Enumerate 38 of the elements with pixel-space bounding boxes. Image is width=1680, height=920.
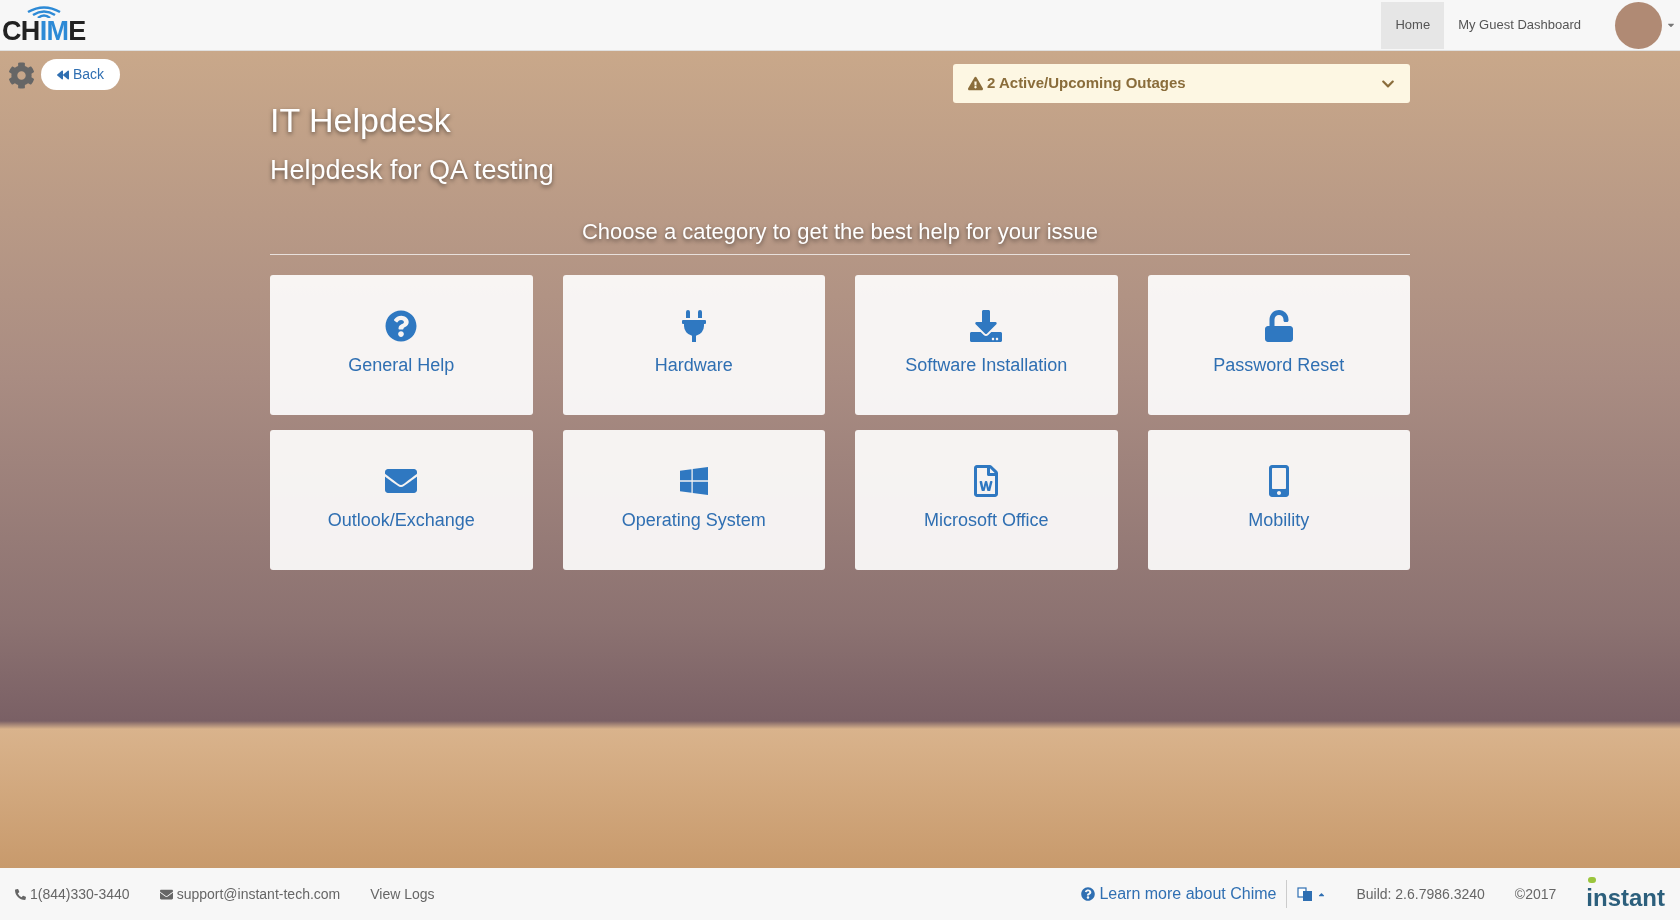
phone-icon xyxy=(15,888,26,900)
windows-logo-icon xyxy=(677,465,710,497)
support-email: support@instant-tech.com xyxy=(176,884,341,904)
category-tile[interactable]: Mobility xyxy=(1147,429,1410,570)
view-logs-link[interactable]: View Logs xyxy=(370,883,435,905)
back-button[interactable]: Back xyxy=(41,59,121,90)
warning-icon xyxy=(968,76,983,91)
language-menu-button[interactable] xyxy=(1297,886,1327,902)
instant-logo: instant xyxy=(1586,876,1665,912)
avatar[interactable] xyxy=(1615,1,1662,49)
logo-text: CH xyxy=(2,17,40,45)
logo-text: E xyxy=(68,17,86,45)
nav-tab[interactable]: Home xyxy=(1381,1,1445,49)
learn-more-link[interactable]: Learn more about Chime xyxy=(1099,882,1277,906)
unlocked-padlock-icon xyxy=(1262,310,1295,342)
download-icon xyxy=(970,310,1003,342)
copyright: ©2017 xyxy=(1514,884,1557,904)
settings-icon[interactable] xyxy=(8,62,35,89)
chime-logo[interactable]: CHIME xyxy=(2,5,86,45)
translate-icon xyxy=(1297,886,1314,902)
category-tile[interactable]: Password Reset xyxy=(1147,274,1410,415)
outages-alert[interactable]: 2 Active/Upcoming Outages xyxy=(953,64,1410,103)
category-tile[interactable]: General Help xyxy=(270,274,533,415)
nav-tab[interactable]: My Guest Dashboard xyxy=(1444,1,1595,49)
category-prompt: Choose a category to get the best help for your issue xyxy=(581,217,1099,246)
category-tile[interactable]: Microsoft Office xyxy=(855,429,1118,570)
phone-number: 1(844)330-3440 xyxy=(30,884,130,904)
category-tile[interactable]: Hardware xyxy=(562,274,825,415)
page-title: IT Helpdesk xyxy=(270,100,451,141)
category-tile[interactable]: Operating System xyxy=(562,429,825,570)
envelope-icon xyxy=(159,887,173,901)
build-number: Build: 2.6.7986.3240 xyxy=(1356,884,1485,904)
page-subtitle: Helpdesk for QA testing xyxy=(270,154,554,187)
double-left-arrow-icon xyxy=(57,68,69,81)
category-tile[interactable]: Outlook/Exchange xyxy=(270,429,533,570)
logo-text: IM xyxy=(39,17,69,45)
category-tile[interactable]: Software Installation xyxy=(855,274,1118,415)
help-icon xyxy=(1081,887,1096,901)
